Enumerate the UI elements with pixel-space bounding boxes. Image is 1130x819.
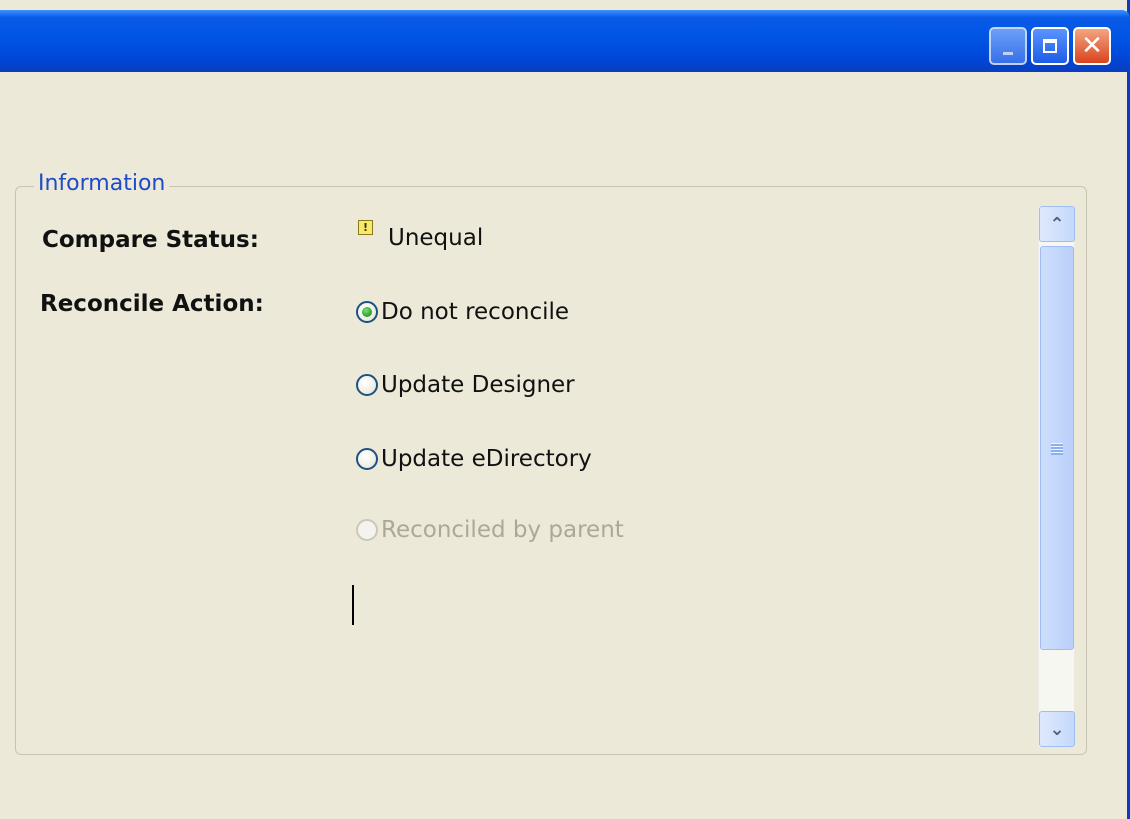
scroll-down-button[interactable]: ⌄: [1039, 711, 1075, 747]
scroll-up-button[interactable]: ⌃: [1039, 206, 1075, 242]
text-cursor: [352, 585, 354, 625]
compare-status-value: Unequal: [388, 225, 484, 251]
minimize-icon: [1003, 51, 1013, 55]
radio-button-icon[interactable]: [356, 301, 378, 323]
chevron-up-icon: ⌃: [1049, 213, 1065, 235]
radio-update-designer[interactable]: Update Designer: [356, 370, 575, 400]
close-button[interactable]: ✕: [1073, 27, 1111, 65]
radio-reconciled-by-parent: Reconciled by parent: [356, 515, 624, 545]
radio-label[interactable]: Do not reconcile: [381, 298, 569, 326]
radio-label[interactable]: Update Designer: [381, 371, 575, 399]
minimize-button[interactable]: [989, 27, 1027, 65]
scroll-thumb[interactable]: [1040, 246, 1074, 650]
compare-status-label: Compare Status:: [42, 227, 259, 253]
radio-button-icon: [356, 519, 378, 541]
radio-label: Reconciled by parent: [381, 517, 624, 543]
maximize-button[interactable]: [1031, 27, 1069, 65]
radio-button-icon[interactable]: [356, 374, 378, 396]
maximize-icon: [1043, 39, 1057, 53]
radio-label[interactable]: Update eDirectory: [381, 445, 592, 473]
reconcile-action-label: Reconcile Action:: [40, 291, 264, 317]
group-title: Information: [34, 170, 170, 198]
warning-icon: !: [358, 220, 373, 235]
vertical-scrollbar[interactable]: ⌃ ⌄: [1038, 206, 1075, 747]
grip-icon: [1051, 443, 1063, 455]
radio-do-not-reconcile[interactable]: Do not reconcile: [356, 297, 569, 327]
radio-update-edirectory[interactable]: Update eDirectory: [356, 444, 592, 474]
close-icon: ✕: [1081, 31, 1103, 61]
radio-button-icon[interactable]: [356, 448, 378, 470]
title-bar[interactable]: ✕: [0, 10, 1130, 72]
chevron-down-icon: ⌄: [1049, 718, 1065, 740]
dialog-window: ✕ Information Compare Status: ! Unequal …: [0, 0, 1130, 819]
